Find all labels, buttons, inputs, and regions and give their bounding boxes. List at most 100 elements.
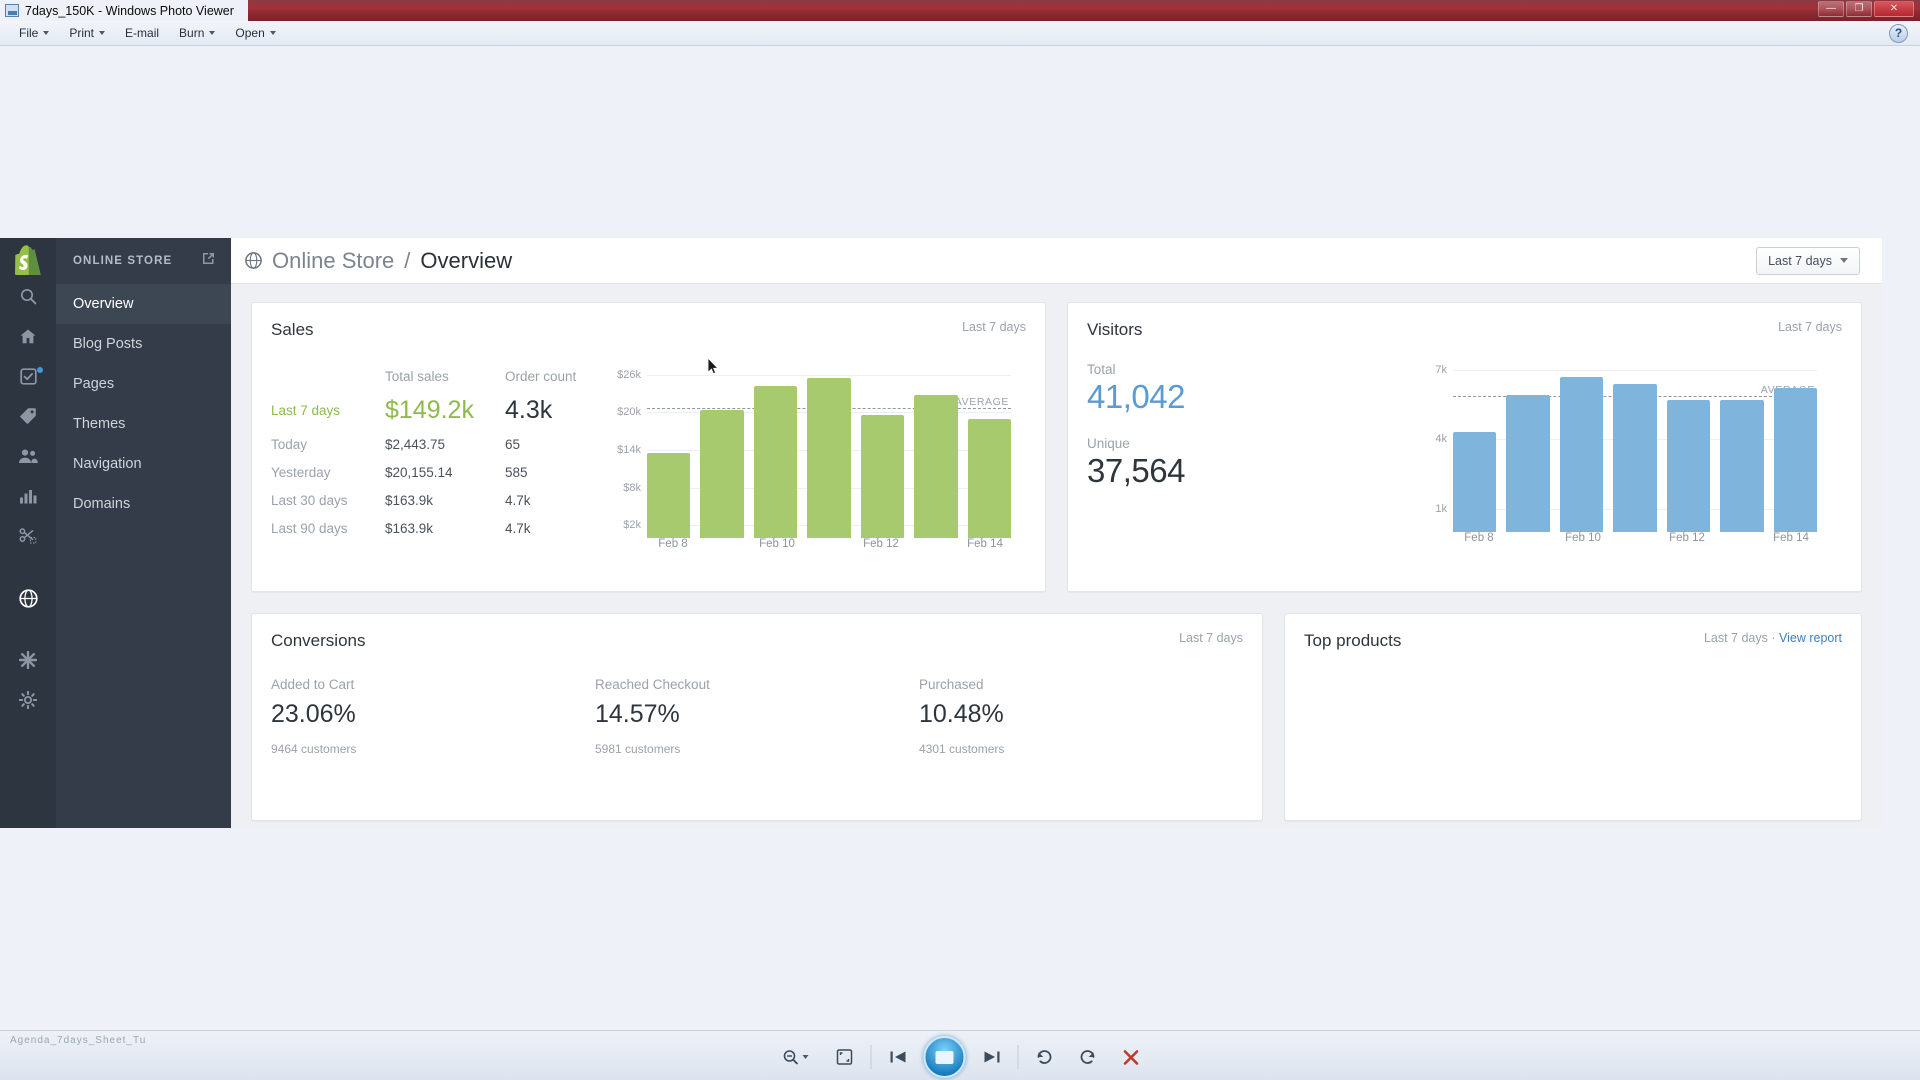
sidebar-item-label: Themes bbox=[73, 416, 126, 432]
chart-bar[interactable] bbox=[807, 378, 851, 538]
top-products-range: Last 7 days · bbox=[1703, 631, 1776, 645]
table-row[interactable]: Last 7 days $149.2k 4.3k bbox=[271, 390, 611, 430]
rotate-counterclockwise-button[interactable] bbox=[1028, 1042, 1062, 1072]
sales-table-header: Total sales Order count bbox=[271, 362, 611, 390]
menu-burn[interactable]: Burn bbox=[170, 23, 224, 43]
chart-bar[interactable] bbox=[967, 418, 1011, 538]
menu-print[interactable]: Print bbox=[60, 23, 114, 43]
window-title-group: 7days_150K - Windows Photo Viewer bbox=[0, 0, 248, 21]
chart-bar[interactable] bbox=[1453, 432, 1497, 532]
sales-row-label: Last 7 days bbox=[271, 402, 341, 418]
sales-card-title: Sales bbox=[271, 320, 314, 339]
chart-bars bbox=[647, 362, 1011, 538]
chevron-down-icon bbox=[802, 1055, 809, 1059]
visitors-chart-xaxis: Feb 8 Feb 10 Feb 12 Feb 14 bbox=[1453, 532, 1817, 544]
chart-bar[interactable] bbox=[914, 394, 958, 538]
actual-size-button[interactable] bbox=[828, 1042, 862, 1072]
previous-button[interactable] bbox=[881, 1042, 915, 1072]
rotate-clockwise-button[interactable] bbox=[1071, 1042, 1105, 1072]
home-icon[interactable] bbox=[0, 316, 56, 356]
window-titlebar[interactable]: 7days_150K - Windows Photo Viewer — ❐ ✕ bbox=[0, 0, 1920, 21]
conversion-subtext: 9464 customers bbox=[271, 742, 357, 756]
menu-email[interactable]: E-mail bbox=[116, 23, 168, 43]
chart-ytick-label: $26k bbox=[617, 368, 641, 381]
sidebar-item-pages[interactable]: Pages bbox=[56, 364, 231, 404]
external-link-icon[interactable] bbox=[202, 252, 215, 270]
help-icon[interactable]: ? bbox=[1889, 24, 1908, 43]
sales-col-orders: Order count bbox=[505, 368, 577, 384]
visitors-stats: Total 41,042 Unique 37,564 bbox=[1087, 356, 1417, 556]
sidebar-item-blog-posts[interactable]: Blog Posts bbox=[56, 324, 231, 364]
online-store-icon[interactable] bbox=[0, 578, 56, 618]
chart-bar[interactable] bbox=[1613, 383, 1657, 532]
orders-icon[interactable] bbox=[0, 356, 56, 396]
table-row[interactable]: Last 30 days $163.9k 4.7k bbox=[271, 486, 611, 514]
chart-bar[interactable] bbox=[647, 453, 691, 538]
sales-row-total: $149.2k bbox=[385, 395, 474, 424]
window-controls[interactable]: — ❐ ✕ bbox=[1818, 1, 1914, 17]
conversions-card-body: Added to Cart 23.06% 9464 customers Reac… bbox=[252, 651, 1262, 756]
conversion-label: Reached Checkout bbox=[595, 677, 710, 692]
sidebar-item-label: Pages bbox=[73, 376, 115, 392]
play-slideshow-button[interactable] bbox=[923, 1036, 966, 1078]
products-tag-icon[interactable] bbox=[0, 396, 56, 436]
menu-burn-label: Burn bbox=[179, 26, 205, 40]
search-icon[interactable] bbox=[0, 276, 56, 316]
minimize-button[interactable]: — bbox=[1818, 1, 1844, 17]
sales-row-orders: 65 bbox=[505, 436, 521, 452]
discounts-icon[interactable] bbox=[0, 516, 56, 556]
sidebar-item-navigation[interactable]: Navigation bbox=[56, 444, 231, 484]
view-report-link[interactable]: View report bbox=[1779, 631, 1842, 645]
delete-button[interactable] bbox=[1114, 1042, 1148, 1072]
table-row[interactable]: Last 90 days $163.9k 4.7k bbox=[271, 514, 611, 542]
chart-bar[interactable] bbox=[1720, 400, 1764, 532]
customers-icon[interactable] bbox=[0, 436, 56, 476]
sidebar-item-overview[interactable]: Overview bbox=[56, 284, 231, 324]
menu-print-label: Print bbox=[69, 26, 95, 40]
sidebar-item-themes[interactable]: Themes bbox=[56, 404, 231, 444]
top-products-card-meta: Last 7 days · View report bbox=[1704, 631, 1842, 645]
sidebar-item-label: Navigation bbox=[73, 456, 142, 472]
chart-bar[interactable] bbox=[753, 385, 798, 538]
chart-bar[interactable] bbox=[700, 410, 744, 538]
page-topbar: Online Store / Overview Last 7 days bbox=[231, 238, 1882, 284]
slideshow-screen-icon bbox=[935, 1050, 954, 1064]
conversion-subtext: 4301 customers bbox=[919, 742, 1005, 756]
apps-icon[interactable] bbox=[0, 640, 56, 680]
breadcrumb-parent[interactable]: Online Store bbox=[272, 248, 394, 274]
shopify-logo[interactable] bbox=[14, 244, 42, 276]
menu-email-label: E-mail bbox=[125, 26, 160, 40]
sales-card-body: Total sales Order count Last 7 days $149… bbox=[252, 340, 1045, 562]
sales-row-label: Yesterday bbox=[271, 464, 331, 480]
menu-open[interactable]: Open bbox=[226, 23, 284, 43]
date-range-picker[interactable]: Last 7 days bbox=[1756, 246, 1860, 275]
chevron-down-icon bbox=[269, 31, 276, 35]
chart-bar[interactable] bbox=[1559, 376, 1604, 532]
orders-badge bbox=[37, 367, 43, 373]
next-button[interactable] bbox=[975, 1042, 1009, 1072]
sales-row-total: $163.9k bbox=[385, 520, 434, 536]
chart-bar[interactable] bbox=[1506, 395, 1550, 532]
table-row[interactable]: Yesterday $20,155.14 585 bbox=[271, 458, 611, 486]
conversion-metric-purchased: Purchased 10.48% 4301 customers bbox=[919, 677, 1243, 756]
chart-xtick-label bbox=[1609, 532, 1661, 544]
visitors-unique-value: 37,564 bbox=[1087, 452, 1185, 489]
chart-bar[interactable] bbox=[860, 414, 905, 538]
subnav-title: ONLINE STORE bbox=[73, 255, 173, 267]
sales-row-orders: 4.3k bbox=[505, 395, 553, 424]
chart-bar[interactable] bbox=[1773, 388, 1817, 532]
sidebar-item-domains[interactable]: Domains bbox=[56, 484, 231, 524]
chart-bar[interactable] bbox=[1666, 400, 1711, 532]
menu-file[interactable]: File bbox=[10, 23, 58, 43]
analytics-icon[interactable] bbox=[0, 476, 56, 516]
close-button[interactable]: ✕ bbox=[1874, 1, 1914, 17]
conversion-value: 10.48% bbox=[919, 700, 1004, 728]
zoom-button[interactable] bbox=[773, 1042, 819, 1072]
settings-gear-icon[interactable] bbox=[0, 680, 56, 720]
conversion-label: Added to Cart bbox=[271, 677, 355, 692]
visitors-total-label: Total bbox=[1087, 362, 1116, 377]
sales-card-header: Sales Last 7 days bbox=[252, 303, 1045, 340]
table-row[interactable]: Today $2,443.75 65 bbox=[271, 430, 611, 458]
shopify-admin-screenshot: ONLINE STORE Overview Blog Posts Pages T… bbox=[0, 238, 1882, 828]
maximize-button[interactable]: ❐ bbox=[1846, 1, 1872, 17]
